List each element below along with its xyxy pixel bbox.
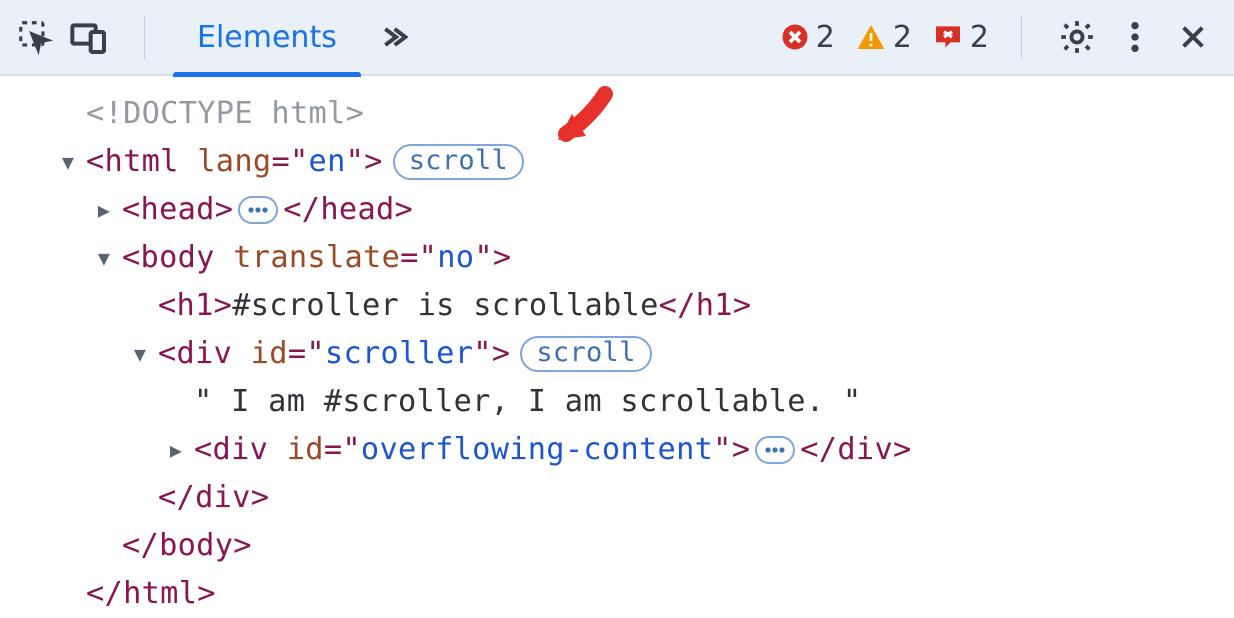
scroll-badge: scroll <box>393 144 524 180</box>
html-open-node[interactable]: <html lang="en"> scroll <box>0 138 1234 186</box>
h1-text: #scroller is scrollable <box>232 282 658 330</box>
issues-count-value: 2 <box>970 20 989 55</box>
elements-tree: <!DOCTYPE html> <html lang="en"> scroll … <box>0 76 1234 618</box>
gear-icon[interactable] <box>1050 10 1104 64</box>
errors-count[interactable]: 2 <box>780 20 835 55</box>
ellipsis-icon[interactable] <box>238 196 278 224</box>
disclosure-icon[interactable] <box>164 426 188 474</box>
body-close-node[interactable]: </body> <box>0 522 1234 570</box>
devtools-toolbar: Elements 2 2 2 <box>0 0 1234 76</box>
scroll-badge: scroll <box>520 336 651 372</box>
inspect-icon[interactable] <box>8 10 62 64</box>
more-tabs-icon[interactable] <box>365 10 419 64</box>
h1-node[interactable]: <h1>#scroller is scrollable</h1> <box>0 282 1234 330</box>
head-node[interactable]: <head> </head> <box>0 186 1234 234</box>
text-node[interactable]: " I am #scroller, I am scrollable. " <box>0 378 1234 426</box>
doctype-node[interactable]: <!DOCTYPE html> <box>0 90 1234 138</box>
div-scroller-open-node[interactable]: <div id="scroller"> scroll <box>0 330 1234 378</box>
close-icon[interactable] <box>1166 10 1220 64</box>
div-overflow-node[interactable]: <div id="overflowing-content"> </div> <box>0 426 1234 474</box>
html-lang-value: en <box>309 138 346 186</box>
body-translate-value: no <box>437 234 474 282</box>
kebab-icon[interactable] <box>1108 10 1162 64</box>
disclosure-icon[interactable] <box>128 330 152 378</box>
body-open-node[interactable]: <body translate="no"> <box>0 234 1234 282</box>
warnings-count[interactable]: 2 <box>855 20 912 55</box>
scroller-text: " I am #scroller, I am scrollable. " <box>194 378 861 426</box>
tab-elements[interactable]: Elements <box>173 0 361 75</box>
console-counts: 2 2 2 <box>780 20 993 55</box>
disclosure-icon[interactable] <box>56 138 80 186</box>
toolbar-divider <box>1021 15 1022 59</box>
toolbar-divider <box>144 15 145 59</box>
tab-elements-label: Elements <box>197 20 337 55</box>
disclosure-icon[interactable] <box>92 234 116 282</box>
doctype-text: <!DOCTYPE html> <box>86 90 364 138</box>
warnings-count-value: 2 <box>893 20 912 55</box>
div-overflow-id-value: overflowing-content <box>361 426 713 474</box>
issues-count[interactable]: 2 <box>932 20 989 55</box>
html-close-node[interactable]: </html> <box>0 570 1234 618</box>
device-toolbar-icon[interactable] <box>62 10 116 64</box>
disclosure-icon[interactable] <box>92 186 116 234</box>
div-scroller-close-node[interactable]: </div> <box>0 474 1234 522</box>
div-scroller-id-value: scroller <box>325 330 473 378</box>
ellipsis-icon[interactable] <box>755 436 795 464</box>
errors-count-value: 2 <box>816 20 835 55</box>
